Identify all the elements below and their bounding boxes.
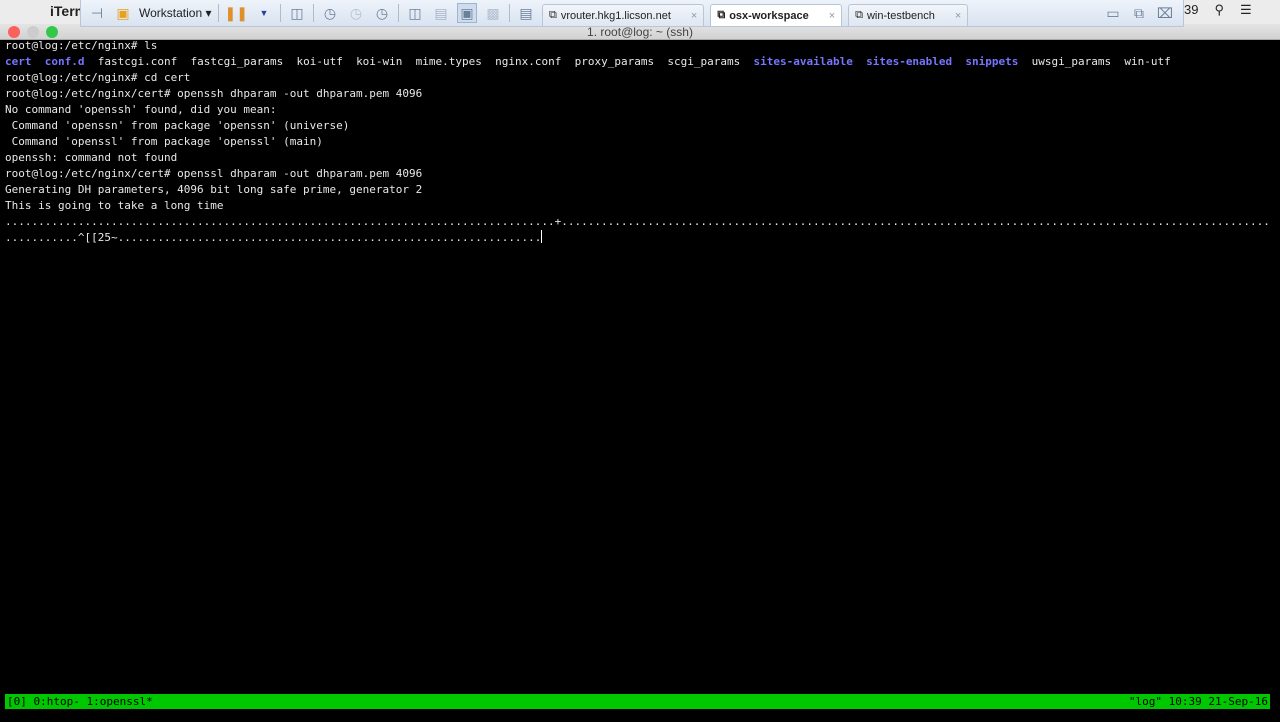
ls-entry: proxy_params — [574, 55, 655, 68]
divider — [217, 4, 219, 22]
workstation-icon: ▣ — [116, 4, 130, 21]
ls-output: cert conf.d fastcgi.conf fastcgi_params … — [5, 54, 1270, 70]
terminal-line: This is going to take a long time — [5, 199, 224, 212]
ls-entry: uwsgi_params — [1031, 55, 1112, 68]
tmux-status-bar: [0] 0:htop- 1:openssl* "log" 10:39 21-Se… — [5, 694, 1270, 709]
terminal-line: openssh: command not found — [5, 151, 178, 164]
vm-icon: ⧉ — [855, 9, 863, 21]
snapshot-take-icon[interactable]: ◷ — [320, 3, 340, 23]
ls-entry: sites-available — [753, 55, 853, 68]
ls-entry: conf.d — [44, 55, 85, 68]
vmware-toolbar: ⊣ ▣ Workstation ▾ ❚❚ ▼ ◫ ◷ ◷ ◷ ◫ ▤ ▣ ▩ ▤… — [80, 0, 1184, 27]
terminal-line: root@log:/etc/nginx/cert# openssh dhpara… — [5, 87, 423, 100]
cursor — [541, 230, 543, 243]
restore-icon[interactable]: ⧉ — [1129, 3, 1149, 23]
sidebar-icon[interactable]: ◫ — [405, 3, 425, 23]
vm-tab-win-testbench[interactable]: ⧉ win-testbench × — [848, 4, 969, 26]
tab-label: win-testbench — [866, 9, 935, 22]
tab-label: vrouter.hkg1.licson.net — [560, 9, 671, 22]
divider — [397, 4, 399, 22]
progress-line: ........................................… — [5, 215, 1270, 228]
progress-line: ...........^[[25~.......................… — [5, 230, 1270, 246]
ls-entry: sites-enabled — [866, 55, 953, 68]
vm-tab-vrouter[interactable]: ⧉ vrouter.hkg1.licson.net × — [541, 4, 705, 26]
minimize-icon[interactable]: ▭ — [1103, 3, 1123, 23]
close-tab-icon[interactable]: × — [813, 10, 835, 22]
divider — [508, 4, 510, 22]
exit-fullscreen-icon[interactable]: ⌧ — [1155, 3, 1175, 23]
vm-icon: ⧉ — [548, 9, 557, 21]
pause-icon[interactable]: ❚❚ — [225, 3, 248, 23]
close-tab-icon[interactable]: × — [675, 10, 697, 22]
vm-tab-osx-workspace[interactable]: ⧉ osx-workspace × — [710, 4, 843, 26]
terminal-line: Command 'openssn' from package 'openssn'… — [5, 119, 350, 132]
list-icon[interactable]: ☰ — [1240, 2, 1252, 18]
chevron-down-icon[interactable]: ▼ — [254, 3, 274, 23]
unity-icon[interactable]: ▩ — [483, 3, 503, 23]
ls-entry: koi-win — [356, 55, 403, 68]
search-icon[interactable]: ⚲ — [1214, 2, 1224, 18]
terminal-output[interactable]: root@log:/etc/nginx# ls cert conf.d fastc… — [5, 38, 1270, 246]
vm-icon: ⧉ — [717, 9, 726, 21]
terminal-line: root@log:/etc/nginx/cert# openssl dhpara… — [5, 167, 423, 180]
tmux-windows[interactable]: [0] 0:htop- 1:openssl* — [7, 694, 153, 709]
ls-entry: fastcgi.conf — [97, 55, 178, 68]
divider — [312, 4, 314, 22]
menubar-right: 39 ⚲ ☰ — [1184, 2, 1252, 18]
terminal-line: root@log:/etc/nginx# cd cert — [5, 71, 191, 84]
send-keys-icon[interactable]: ◫ — [287, 3, 307, 23]
close-tab-icon[interactable]: × — [939, 10, 961, 22]
ls-entry: win-utf — [1124, 55, 1171, 68]
divider — [279, 4, 281, 22]
tab-label: osx-workspace — [729, 9, 809, 22]
fullscreen-icon[interactable]: ▣ — [456, 3, 477, 23]
terminal-line: root@log:/etc/nginx# ls — [5, 39, 158, 52]
snapshot-revert-icon[interactable]: ◷ — [346, 3, 366, 23]
ls-entry: fastcgi_params — [190, 55, 284, 68]
terminal-line: No command 'openssh' found, did you mean… — [5, 103, 277, 116]
pin-icon[interactable]: ⊣ — [87, 3, 107, 23]
snapshot-manager-icon[interactable]: ◷ — [372, 3, 392, 23]
terminal-line: Command 'openssl' from package 'openssl'… — [5, 135, 323, 148]
ls-entry: scgi_params — [667, 55, 741, 68]
clock-fragment: 39 — [1184, 2, 1199, 17]
ls-entry: mime.types — [415, 55, 482, 68]
library-icon[interactable]: ▤ — [516, 3, 536, 23]
workstation-menu[interactable]: Workstation ▾ — [139, 6, 212, 20]
progress-text: ...........^[[25~.......................… — [5, 231, 542, 244]
ls-entry: snippets — [965, 55, 1019, 68]
ls-entry: koi-utf — [296, 55, 343, 68]
ls-entry: cert — [5, 55, 32, 68]
terminal-line: Generating DH parameters, 4096 bit long … — [5, 183, 423, 196]
tmux-status-right: "log" 10:39 21-Sep-16 — [1128, 695, 1268, 708]
thumbnail-icon[interactable]: ▤ — [431, 3, 451, 23]
ls-entry: nginx.conf — [495, 55, 562, 68]
